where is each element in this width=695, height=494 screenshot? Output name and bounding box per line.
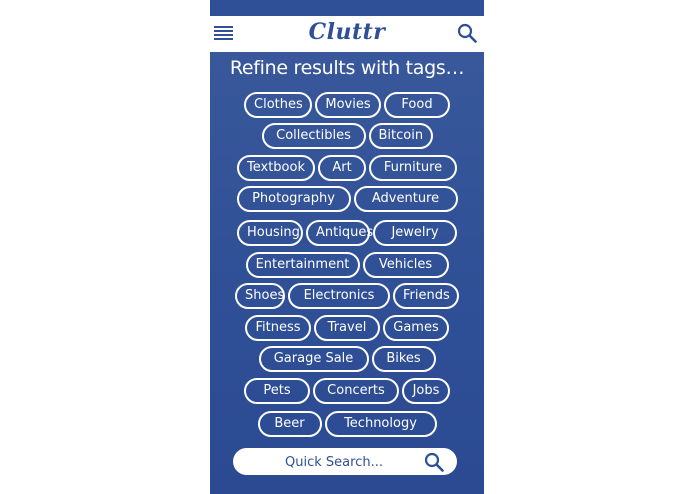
tag-friends[interactable]: Friends <box>393 283 459 309</box>
tag-food[interactable]: Food <box>384 92 450 118</box>
tag-fitness[interactable]: Fitness <box>245 315 311 341</box>
tag-row: Textbook Art Furniture <box>210 155 484 181</box>
tag-housing[interactable]: Housing <box>237 220 303 246</box>
quick-search-input[interactable] <box>247 451 421 473</box>
tag-entertainment[interactable]: Entertainment <box>245 252 360 278</box>
tag-textbook[interactable]: Textbook <box>237 155 315 181</box>
app-screen: Cluttr Refine results with tags… Clothes… <box>210 0 484 494</box>
tag-technology[interactable]: Technology <box>324 411 437 437</box>
tag-row: Pets Concerts Jobs <box>210 378 484 404</box>
tag-garage-sale[interactable]: Garage Sale <box>258 346 369 372</box>
tag-vehicles[interactable]: Vehicles <box>362 252 449 278</box>
tag-row: Shoes Electronics Friends <box>210 283 484 309</box>
tag-bikes[interactable]: Bikes <box>371 346 436 372</box>
tag-row: Collectibles Bitcoin <box>210 123 484 149</box>
tag-pets[interactable]: Pets <box>244 378 310 404</box>
tag-bitcoin[interactable]: Bitcoin <box>368 123 433 149</box>
tag-art[interactable]: Art <box>318 155 366 181</box>
tag-photography[interactable]: Photography <box>236 186 351 212</box>
tag-list: Clothes Movies Food Collectibles Bitcoin… <box>210 0 484 494</box>
quick-search-icon[interactable] <box>424 452 444 472</box>
tag-furniture[interactable]: Furniture <box>369 155 457 181</box>
tag-clothes[interactable]: Clothes <box>244 92 312 118</box>
tag-concerts[interactable]: Concerts <box>313 378 399 404</box>
tag-row: Fitness Travel Games <box>210 315 484 341</box>
tag-travel[interactable]: Travel <box>314 315 380 341</box>
tag-collectibles[interactable]: Collectibles <box>261 123 366 149</box>
tag-antiques[interactable]: Antiques <box>306 220 373 246</box>
tag-games[interactable]: Games <box>383 315 449 341</box>
tag-jewelry[interactable]: Jewelry <box>373 220 457 246</box>
quick-search-bar[interactable] <box>233 448 457 475</box>
tag-electronics[interactable]: Electronics <box>288 283 390 309</box>
tag-beer[interactable]: Beer <box>257 411 322 437</box>
tag-jobs[interactable]: Jobs <box>402 378 450 404</box>
tag-row: Housing Antiques Jewelry <box>210 220 484 246</box>
tag-adventure[interactable]: Adventure <box>353 186 458 212</box>
tag-row: Clothes Movies Food <box>210 92 484 118</box>
tag-movies[interactable]: Movies <box>315 92 381 118</box>
tag-row: Photography Adventure <box>210 186 484 212</box>
tag-shoes[interactable]: Shoes <box>235 283 285 309</box>
tag-row: Entertainment Vehicles <box>210 252 484 278</box>
tag-row: Beer Technology <box>210 411 484 437</box>
tag-row: Garage Sale Bikes <box>210 346 484 372</box>
